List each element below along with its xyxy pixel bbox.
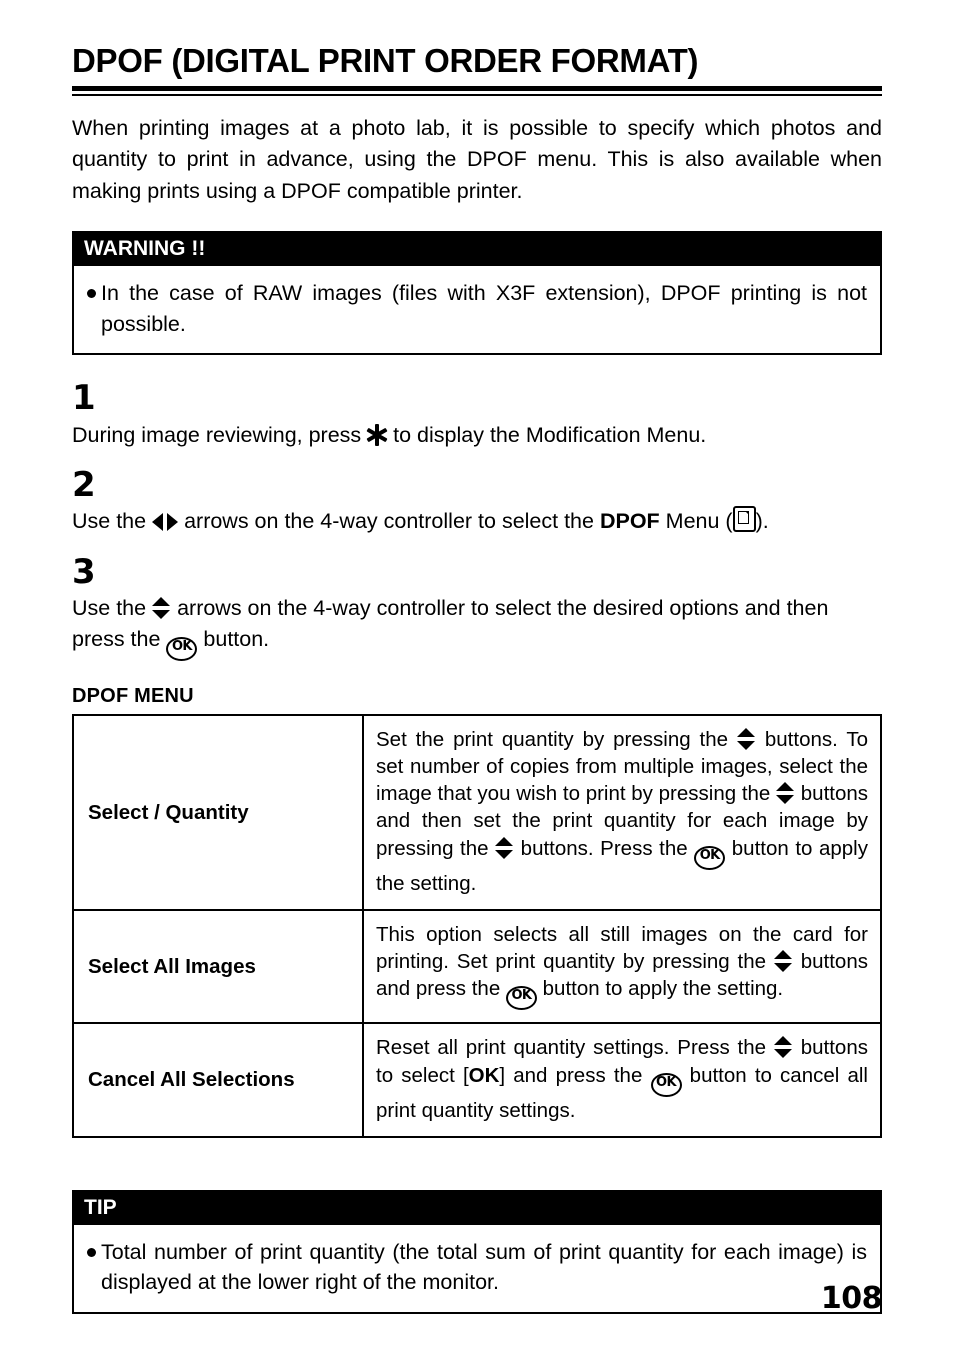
table-row: Select / Quantity Set the print quantity… [72,713,882,911]
tip-bullet-text: Total number of print quantity (the tota… [101,1239,867,1295]
row-name-cancel-all-selections: Cancel All Selections [72,1022,364,1138]
step-2-text-part4: ). [755,509,769,534]
dpof-menu-label: DPOF MENU [72,684,194,707]
row-desc-select-all-images: This option selects all still images on … [362,908,882,1025]
up-down-arrows-icon [152,597,171,620]
step-2-text-part2: arrows on the 4-way controller to select… [184,509,594,534]
asterisk-icon [366,423,388,446]
ok-button-label: OK [511,988,532,1004]
ok-button-label: OK [699,847,721,863]
desc-part: This option selects all still images on … [376,922,868,974]
page-title: DPOF (DIGITAL PRINT ORDER FORMAT) [72,42,699,79]
step-2-number: 2 [72,465,96,506]
ok-button-icon: OK [505,986,537,1011]
ok-button-label: OK [656,1074,677,1090]
step-3-text-part3: button. [203,626,270,651]
step-3-number: 3 [72,551,96,592]
up-down-arrows-icon [773,1036,793,1059]
step-2-text-part1: Use the [72,509,147,534]
table-row: Cancel All Selections Reset all print qu… [72,1022,882,1138]
step-2-text: Use the arrows on the 4-way controller t… [72,506,882,537]
tip-heading: TIP [74,1191,880,1225]
ok-button-label: OK [171,638,193,654]
dpof-page-icon [732,506,756,533]
tip-box: TIP Total number of print quantity (the … [72,1189,882,1314]
manual-page: DPOF (DIGITAL PRINT ORDER FORMAT) When p… [0,0,954,1357]
row-desc-select-quantity: Set the print quantity by pressing the b… [362,713,882,911]
up-down-arrows-icon [773,950,793,973]
warning-bullet-row: In the case of RAW images (files with X3… [87,278,867,339]
table-row: Select All Images This option selects al… [72,908,882,1025]
dpof-menu-table: Select / Quantity Set the print quantity… [72,713,882,1138]
warning-body: In the case of RAW images (files with X3… [74,266,880,353]
ok-button-icon: OK [650,1072,682,1097]
page-number: 108 [820,1281,883,1316]
warning-bullet-text: In the case of RAW images (files with X3… [101,281,867,336]
bullet-dot-icon [87,289,96,299]
title-rule-thin [72,94,882,96]
warning-heading: WARNING !! [74,233,880,267]
step-1-number: 1 [72,378,96,419]
left-right-arrows-icon [152,513,179,532]
ok-button-icon: OK [166,636,198,661]
tip-body: Total number of print quantity (the tota… [74,1225,880,1312]
row-desc-cancel-all-selections: Reset all print quantity settings. Press… [362,1022,882,1138]
desc-bold-ok: OK [468,1063,500,1087]
desc-part: Reset all print quantity settings. Press… [376,1036,767,1060]
desc-part: ] and press the [499,1063,643,1087]
up-down-arrows-icon [776,782,795,805]
intro-paragraph: When printing images at a photo lab, it … [72,116,882,203]
step-1-text: During image reviewing, press to display… [72,420,882,451]
step-2-dpof-bold: DPOF [599,509,660,534]
page-content: DPOF (DIGITAL PRINT ORDER FORMAT) When p… [72,0,882,1314]
row-name-select-all-images: Select All Images [72,908,364,1025]
desc-part: buttons. Press the [520,836,688,860]
ok-button-icon: OK [694,845,726,870]
up-down-arrows-icon [736,727,756,750]
row-name-select-quantity: Select / Quantity [72,713,364,911]
step-3-text-part1: Use the [72,596,147,621]
bullet-dot-icon [87,1247,96,1257]
title-rule-thick [72,86,882,91]
desc-part: button to apply the setting. [542,977,784,1001]
up-down-arrows-icon [495,836,514,859]
step-2-text-part3: Menu ( [665,509,733,534]
step-3-text: Use the arrows on the 4-way controller t… [72,593,882,661]
desc-part: Set the print quantity by pressing the [376,727,729,751]
step-1-text-before: During image reviewing, press [72,422,362,447]
step-1-text-after: to display the Modification Menu. [393,422,707,447]
warning-box: WARNING !! In the case of RAW images (fi… [72,231,882,356]
tip-bullet-row: Total number of print quantity (the tota… [87,1237,867,1298]
